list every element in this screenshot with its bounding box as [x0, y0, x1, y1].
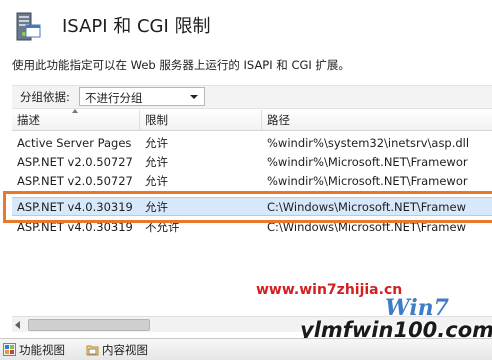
cell-restriction: 允许: [145, 174, 168, 188]
group-by-bar: 分组依据: 不进行分组: [12, 85, 492, 109]
cell-restriction: 允许: [145, 155, 168, 169]
content-view-button[interactable]: 内容视图: [86, 341, 148, 358]
page-header: ISAPI 和 CGI 限制: [0, 0, 492, 50]
group-by-value: 不进行分组: [85, 91, 143, 105]
cell-description: ASP.NET v2.0.50727: [17, 174, 133, 188]
cell-path: %windir%\Microsoft.NET\Framewor: [267, 155, 468, 169]
table-row[interactable]: ASP.NET v2.0.50727 允许 %windir%\Microsoft…: [12, 153, 492, 172]
content-view-label: 内容视图: [102, 342, 148, 357]
content-view-icon: [86, 345, 99, 356]
column-header-restriction[interactable]: 限制: [140, 110, 262, 130]
scroll-left-arrow-icon[interactable]: [15, 321, 20, 329]
features-view-label: 功能视图: [19, 342, 65, 357]
highlight-box: [3, 191, 492, 223]
server-isapi-icon: [16, 12, 41, 41]
features-view-icon: [3, 343, 16, 356]
scrollbar-thumb[interactable]: [28, 319, 150, 331]
sort-ascending-icon: [72, 109, 78, 113]
column-header-description[interactable]: 描述: [12, 109, 140, 130]
features-view-button[interactable]: 功能视图: [3, 341, 65, 358]
column-header-path[interactable]: 路径: [262, 110, 492, 130]
table-header: 描述 限制 路径: [12, 109, 492, 131]
cell-path: %windir%\system32\inetsrv\asp.dll: [267, 136, 470, 150]
cell-path: %windir%\Microsoft.NET\Framewor: [267, 174, 468, 188]
cell-restriction: 允许: [145, 136, 168, 150]
page-description: 使用此功能指定可以在 Web 服务器上运行的 ISAPI 和 CGI 扩展。: [12, 58, 350, 72]
group-by-select[interactable]: 不进行分组: [79, 87, 205, 106]
page-title: ISAPI 和 CGI 限制: [62, 16, 211, 37]
chevron-down-icon: [190, 95, 198, 99]
watermark-site-url: www.win7zhijia.cn: [256, 282, 403, 298]
table-row[interactable]: Active Server Pages 允许 %windir%\system32…: [12, 134, 492, 153]
cell-description: Active Server Pages: [17, 136, 132, 150]
table-row[interactable]: ASP.NET v2.0.50727 允许 %windir%\Microsoft…: [12, 172, 492, 191]
cell-description: ASP.NET v2.0.50727: [17, 155, 133, 169]
view-switcher-bar: 功能视图 内容视图: [0, 338, 492, 360]
group-by-label: 分组依据:: [20, 90, 70, 104]
